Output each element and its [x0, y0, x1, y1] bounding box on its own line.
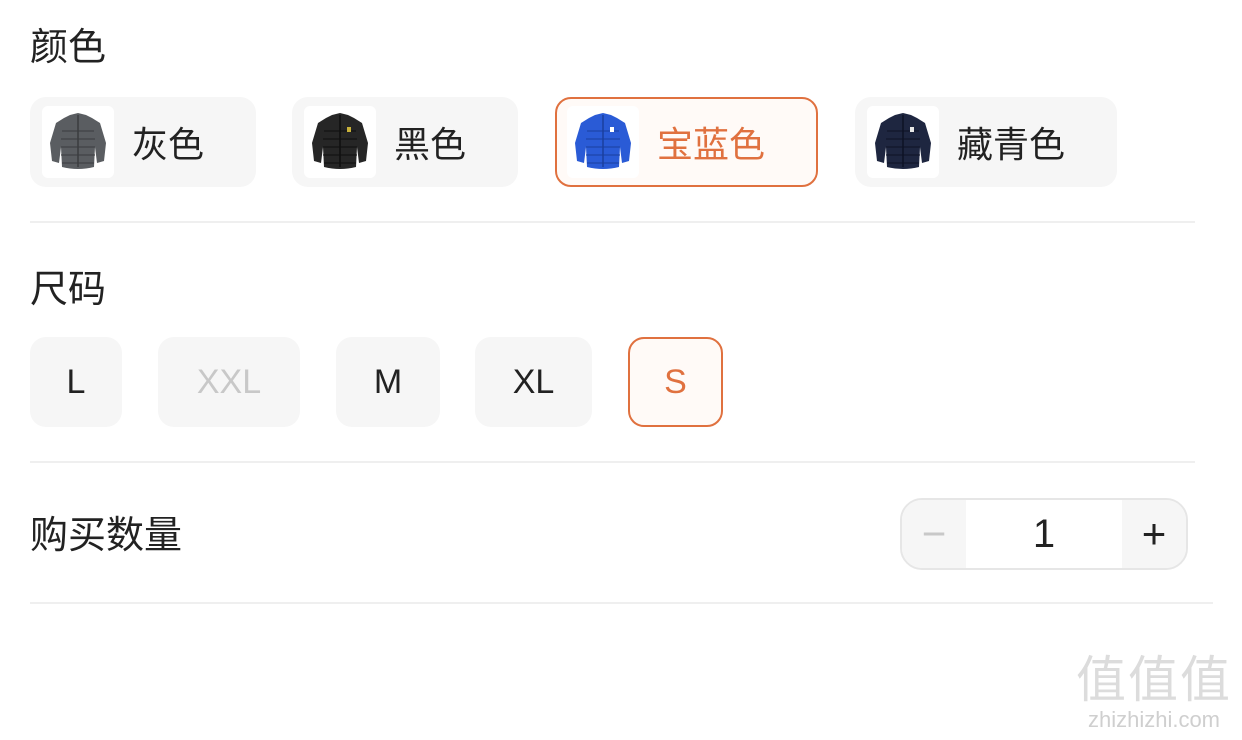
plus-icon: +	[1141, 510, 1167, 557]
size-option-xxl: XXL	[158, 337, 300, 427]
watermark-logo: 值值值	[1076, 652, 1232, 708]
jacket-icon	[875, 113, 931, 169]
quantity-section-title: 购买数量	[30, 513, 183, 557]
size-option-s[interactable]: S	[628, 337, 723, 427]
size-option-xl[interactable]: XL	[475, 337, 592, 427]
size-section-title: 尺码	[30, 267, 107, 311]
jacket-icon	[50, 113, 106, 169]
jacket-icon	[575, 113, 631, 169]
divider	[30, 602, 1213, 604]
size-option-l[interactable]: L	[30, 337, 122, 427]
watermark-site: zhizhizhi.com	[1087, 707, 1221, 732]
watermark: 值值值 zhizhizhi.com	[1076, 655, 1232, 733]
color-option-royal-blue[interactable]: 宝蓝色	[555, 97, 818, 187]
color-option-label: 宝蓝色	[657, 125, 766, 166]
divider	[30, 461, 1195, 463]
color-option-label: 黑色	[394, 125, 467, 166]
color-section-title: 颜色	[30, 25, 107, 69]
quantity-increment-button[interactable]: +	[1122, 500, 1186, 568]
jacket-icon	[312, 113, 368, 169]
quantity-decrement-button[interactable]: −	[902, 500, 966, 568]
color-option-navy[interactable]: 藏青色	[855, 97, 1117, 187]
jacket-thumbnail-royal-blue	[567, 106, 639, 178]
jacket-thumbnail-gray	[42, 106, 114, 178]
quantity-stepper: − 1 +	[900, 498, 1188, 570]
divider	[30, 221, 1195, 223]
size-option-m[interactable]: M	[336, 337, 440, 427]
jacket-thumbnail-navy	[867, 106, 939, 178]
color-option-gray[interactable]: 灰色	[30, 97, 256, 187]
color-option-label: 藏青色	[957, 125, 1066, 166]
color-option-black[interactable]: 黑色	[292, 97, 518, 187]
color-option-label: 灰色	[132, 125, 205, 166]
jacket-thumbnail-black	[304, 106, 376, 178]
quantity-value[interactable]: 1	[966, 500, 1122, 568]
minus-icon: −	[921, 510, 947, 557]
